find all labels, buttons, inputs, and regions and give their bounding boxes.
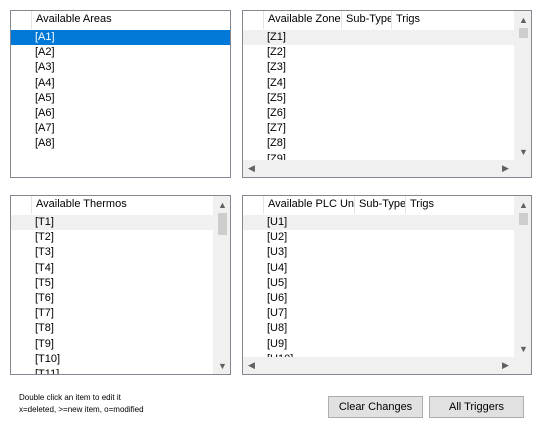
list-item[interactable]: [U3] xyxy=(243,245,514,260)
list-item[interactable]: [T9] xyxy=(11,337,213,352)
col-sub-type[interactable]: Sub-Type xyxy=(342,11,392,29)
scroll-left-icon[interactable]: ◀ xyxy=(243,357,260,374)
scroll-down-icon[interactable]: ▼ xyxy=(515,340,531,357)
list-item[interactable]: [U9] xyxy=(243,337,514,352)
plc-header: Available PLC Units Sub-Type Trigs xyxy=(243,196,514,214)
scroll-up-icon[interactable]: ▲ xyxy=(515,196,531,213)
col-available-zones[interactable]: Available Zones xyxy=(264,11,342,29)
list-item[interactable]: [U4] xyxy=(243,261,514,276)
list-item[interactable]: [A8] xyxy=(11,136,230,151)
list-item[interactable]: [Z1] xyxy=(243,30,514,46)
scroll-up-icon[interactable]: ▲ xyxy=(214,196,230,213)
areas-rows: [A1] [A2] [A3] [A4] [A5] [A6] [A7] [A8] xyxy=(11,30,230,152)
scroll-thumb[interactable] xyxy=(519,28,528,38)
horizontal-scrollbar[interactable]: ◀ ▶ xyxy=(243,160,514,177)
list-item[interactable]: [T3] xyxy=(11,245,213,260)
scroll-corner xyxy=(514,357,531,374)
col-available-thermos[interactable]: Available Thermos xyxy=(32,196,213,214)
header-spacer xyxy=(243,11,264,29)
scroll-left-icon[interactable]: ◀ xyxy=(243,160,260,177)
list-item[interactable]: [T8] xyxy=(11,321,213,336)
header-spacer xyxy=(11,11,32,29)
scroll-up-icon[interactable]: ▲ xyxy=(515,11,531,28)
scroll-down-icon[interactable]: ▼ xyxy=(515,143,531,160)
thermos-rows: [T1] [T2] [T3] [T4] [T5] [T6] [T7] [T8] … xyxy=(11,215,213,374)
plc-units-list[interactable]: Available PLC Units Sub-Type Trigs [U1] … xyxy=(242,195,532,375)
list-item[interactable]: [Z6] xyxy=(243,106,514,121)
col-available-areas[interactable]: Available Areas xyxy=(32,11,230,29)
list-item[interactable]: [Z8] xyxy=(243,136,514,151)
scroll-thumb[interactable] xyxy=(519,213,528,225)
list-item[interactable]: [T4] xyxy=(11,261,213,276)
thermos-header: Available Thermos xyxy=(11,196,213,214)
col-sub-type[interactable]: Sub-Type xyxy=(355,196,406,214)
list-item[interactable]: [T2] xyxy=(11,230,213,245)
list-item[interactable]: [A5] xyxy=(11,91,230,106)
header-spacer xyxy=(11,196,32,214)
scroll-right-icon[interactable]: ▶ xyxy=(497,160,514,177)
zones-header: Available Zones Sub-Type Trigs xyxy=(243,11,514,29)
all-triggers-button[interactable]: All Triggers xyxy=(429,396,524,418)
list-item[interactable]: [A6] xyxy=(11,106,230,121)
vertical-scrollbar[interactable]: ▲ ▼ xyxy=(213,196,230,374)
col-trigs[interactable]: Trigs xyxy=(406,196,512,214)
list-item[interactable]: [A1] xyxy=(11,30,230,46)
list-item[interactable]: [U5] xyxy=(243,276,514,291)
horizontal-scrollbar[interactable]: ◀ ▶ xyxy=(243,357,514,374)
header-spacer xyxy=(243,196,264,214)
list-item[interactable]: [T1] xyxy=(11,215,213,231)
list-item[interactable]: [Z5] xyxy=(243,91,514,106)
zones-rows: [Z1] [Z2] [Z3] [Z4] [Z5] [Z6] [Z7] [Z8] … xyxy=(243,30,514,167)
scroll-corner xyxy=(514,160,531,177)
list-item[interactable]: [Z2] xyxy=(243,45,514,60)
list-item[interactable]: [Z4] xyxy=(243,76,514,91)
list-item[interactable]: [U7] xyxy=(243,306,514,321)
list-item[interactable]: [U1] xyxy=(243,215,514,231)
list-item[interactable]: [A4] xyxy=(11,76,230,91)
list-item[interactable]: [T7] xyxy=(11,306,213,321)
list-item[interactable]: [U2] xyxy=(243,230,514,245)
list-item[interactable]: [U8] xyxy=(243,321,514,336)
list-item[interactable]: [Z3] xyxy=(243,60,514,75)
hint-legend: x=deleted, >=new item, o=modified xyxy=(19,405,144,414)
list-item[interactable]: [T11] xyxy=(11,367,213,374)
list-item[interactable]: [U6] xyxy=(243,291,514,306)
areas-list[interactable]: Available Areas [A1] [A2] [A3] [A4] [A5]… xyxy=(10,10,231,178)
thermos-list[interactable]: Available Thermos [T1] [T2] [T3] [T4] [T… xyxy=(10,195,231,375)
vertical-scrollbar[interactable]: ▲ ▼ xyxy=(514,196,531,357)
scroll-down-icon[interactable]: ▼ xyxy=(214,357,230,374)
list-item[interactable]: [Z7] xyxy=(243,121,514,136)
list-item[interactable]: [A2] xyxy=(11,45,230,60)
list-item[interactable]: [T5] xyxy=(11,276,213,291)
list-item[interactable]: [T6] xyxy=(11,291,213,306)
list-item[interactable]: [T10] xyxy=(11,352,213,367)
col-trigs[interactable]: Trigs xyxy=(392,11,512,29)
scroll-thumb[interactable] xyxy=(218,213,227,235)
clear-changes-button[interactable]: Clear Changes xyxy=(328,396,423,418)
hint-double-click: Double click an item to edit it xyxy=(19,393,121,402)
col-available-plc-units[interactable]: Available PLC Units xyxy=(264,196,355,214)
plc-rows: [U1] [U2] [U3] [U4] [U5] [U6] [U7] [U8] … xyxy=(243,215,514,367)
zones-list[interactable]: Available Zones Sub-Type Trigs [Z1] [Z2]… xyxy=(242,10,532,178)
scroll-right-icon[interactable]: ▶ xyxy=(497,357,514,374)
vertical-scrollbar[interactable]: ▲ ▼ xyxy=(514,11,531,160)
areas-header: Available Areas xyxy=(11,11,230,29)
list-item[interactable]: [A7] xyxy=(11,121,230,136)
list-item[interactable]: [A3] xyxy=(11,60,230,75)
